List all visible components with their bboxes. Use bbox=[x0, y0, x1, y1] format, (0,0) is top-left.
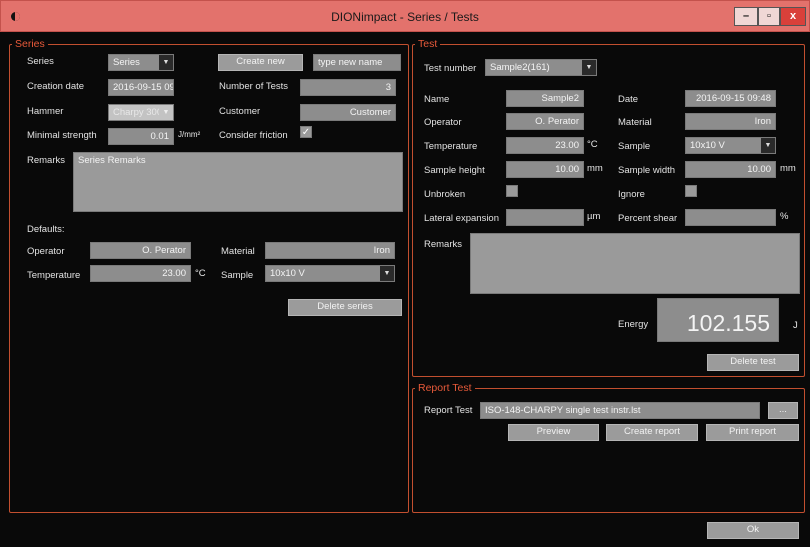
test-number-label: Test number bbox=[424, 63, 477, 74]
report-file-field[interactable]: ISO-148-CHARPY single test instr.lst bbox=[480, 402, 760, 419]
energy-value-display: 102.155 bbox=[657, 298, 779, 342]
defaults-label: Defaults: bbox=[27, 224, 65, 235]
default-material-label: Material bbox=[221, 246, 255, 257]
print-report-button[interactable]: Print report bbox=[706, 424, 799, 441]
chevron-down-icon: ▼ bbox=[159, 105, 173, 120]
test-number-value: Sample2(161) bbox=[490, 62, 550, 73]
checkmark-icon: ✓ bbox=[301, 127, 311, 138]
series-label: Series bbox=[27, 56, 54, 67]
lateral-expansion-field[interactable] bbox=[506, 209, 584, 226]
series-remarks-label: Remarks bbox=[27, 155, 66, 166]
ok-button[interactable]: Ok bbox=[707, 522, 799, 539]
percent-shear-unit: % bbox=[780, 211, 789, 222]
test-remarks-textarea[interactable] bbox=[470, 233, 800, 294]
hammer-label: Hammer bbox=[27, 106, 64, 117]
minimal-strength-field[interactable]: 0.01 bbox=[108, 128, 174, 145]
hammer-select[interactable]: Charpy 300 ▼ bbox=[108, 104, 174, 121]
report-test-label: Report Test bbox=[424, 405, 473, 416]
sample-width-field[interactable]: 10.00 bbox=[685, 161, 776, 178]
report-test-group-title: Report Test bbox=[418, 382, 472, 394]
default-sample-select[interactable]: 10x10 V ▼ bbox=[265, 265, 395, 282]
minimal-strength-unit: J/mm² bbox=[178, 130, 201, 139]
sample-height-field[interactable]: 10.00 bbox=[506, 161, 584, 178]
consider-friction-checkbox[interactable]: ✓ bbox=[300, 126, 312, 138]
energy-unit: J bbox=[793, 320, 798, 331]
test-remarks-label: Remarks bbox=[424, 239, 463, 250]
test-name-label: Name bbox=[424, 94, 450, 105]
test-temperature-label: Temperature bbox=[424, 141, 478, 152]
hammer-select-value: Charpy 300 bbox=[113, 107, 163, 118]
number-of-tests-label: Number of Tests bbox=[219, 81, 288, 92]
default-sample-label: Sample bbox=[221, 270, 254, 281]
ignore-label: Ignore bbox=[618, 189, 645, 200]
main-area: Series Series Series ▼ Create new type n… bbox=[0, 32, 810, 547]
window-title: DIONimpact - Series / Tests bbox=[331, 10, 479, 24]
number-of-tests-field: 3 bbox=[300, 79, 396, 96]
consider-friction-label: Consider friction bbox=[219, 130, 288, 141]
series-remarks-textarea[interactable]: Series Remarks bbox=[73, 152, 403, 212]
customer-field[interactable]: Customer bbox=[300, 104, 396, 121]
ignore-checkbox[interactable] bbox=[685, 185, 697, 197]
test-temperature-unit: °C bbox=[587, 139, 598, 150]
close-button[interactable]: x bbox=[780, 7, 806, 26]
default-temperature-unit: °C bbox=[195, 268, 206, 279]
sample-height-label: Sample height bbox=[424, 165, 485, 176]
test-number-select[interactable]: Sample2(161) ▼ bbox=[485, 59, 597, 76]
energy-label: Energy bbox=[618, 319, 649, 330]
default-material-field[interactable]: Iron bbox=[265, 242, 395, 259]
sample-width-label: Sample width bbox=[618, 165, 676, 176]
creation-date-label: Creation date bbox=[27, 81, 85, 92]
percent-shear-field[interactable] bbox=[685, 209, 776, 226]
customer-label: Customer bbox=[219, 106, 261, 117]
chevron-down-icon: ▼ bbox=[761, 138, 775, 153]
test-material-label: Material bbox=[618, 117, 652, 128]
maximize-button[interactable]: ▫ bbox=[758, 7, 780, 26]
title-bar: DIONimpact - Series / Tests – ▫ x bbox=[0, 0, 810, 32]
chevron-down-icon: ▼ bbox=[159, 55, 173, 70]
lateral-expansion-unit: µm bbox=[587, 211, 601, 222]
test-operator-field[interactable]: O. Perator bbox=[506, 113, 584, 130]
series-group-title: Series bbox=[15, 38, 45, 50]
series-select[interactable]: Series ▼ bbox=[108, 54, 174, 71]
test-name-field[interactable]: Sample2 bbox=[506, 90, 584, 107]
create-report-button[interactable]: Create report bbox=[606, 424, 698, 441]
test-sample-select[interactable]: 10x10 V ▼ bbox=[685, 137, 776, 154]
chevron-down-icon: ▼ bbox=[380, 266, 394, 281]
creation-date-field[interactable]: 2016-09-15 09: bbox=[108, 79, 174, 96]
test-sample-label: Sample bbox=[618, 141, 651, 152]
test-material-field[interactable]: Iron bbox=[685, 113, 776, 130]
default-operator-label: Operator bbox=[27, 246, 65, 257]
delete-series-button[interactable]: Delete series bbox=[288, 299, 402, 316]
minimize-button[interactable]: – bbox=[734, 7, 758, 26]
default-sample-value: 10x10 V bbox=[270, 268, 305, 279]
default-operator-field[interactable]: O. Perator bbox=[90, 242, 191, 259]
create-new-button[interactable]: Create new bbox=[218, 54, 303, 71]
test-sample-value: 10x10 V bbox=[690, 140, 725, 151]
test-temperature-field[interactable]: 23.00 bbox=[506, 137, 584, 154]
test-operator-label: Operator bbox=[424, 117, 462, 128]
test-date-label: Date bbox=[618, 94, 639, 105]
default-temperature-label: Temperature bbox=[27, 270, 81, 281]
delete-test-button[interactable]: Delete test bbox=[707, 354, 799, 371]
default-temperature-field[interactable]: 23.00 bbox=[90, 265, 191, 282]
new-series-name-input[interactable]: type new name bbox=[313, 54, 401, 71]
percent-shear-label: Percent shear bbox=[618, 213, 678, 224]
test-group-title: Test bbox=[418, 38, 438, 50]
minimal-strength-label: Minimal strength bbox=[27, 130, 97, 141]
unbroken-label: Unbroken bbox=[424, 189, 466, 200]
chevron-down-icon: ▼ bbox=[582, 60, 596, 75]
unbroken-checkbox[interactable] bbox=[506, 185, 518, 197]
lateral-expansion-label: Lateral expansion bbox=[424, 213, 499, 224]
test-date-field: 2016-09-15 09:48 bbox=[685, 90, 776, 107]
series-select-value: Series bbox=[113, 57, 140, 68]
sample-height-unit: mm bbox=[587, 163, 603, 174]
sample-width-unit: mm bbox=[780, 163, 796, 174]
preview-button[interactable]: Preview bbox=[508, 424, 599, 441]
browse-report-button[interactable]: ... bbox=[768, 402, 798, 419]
